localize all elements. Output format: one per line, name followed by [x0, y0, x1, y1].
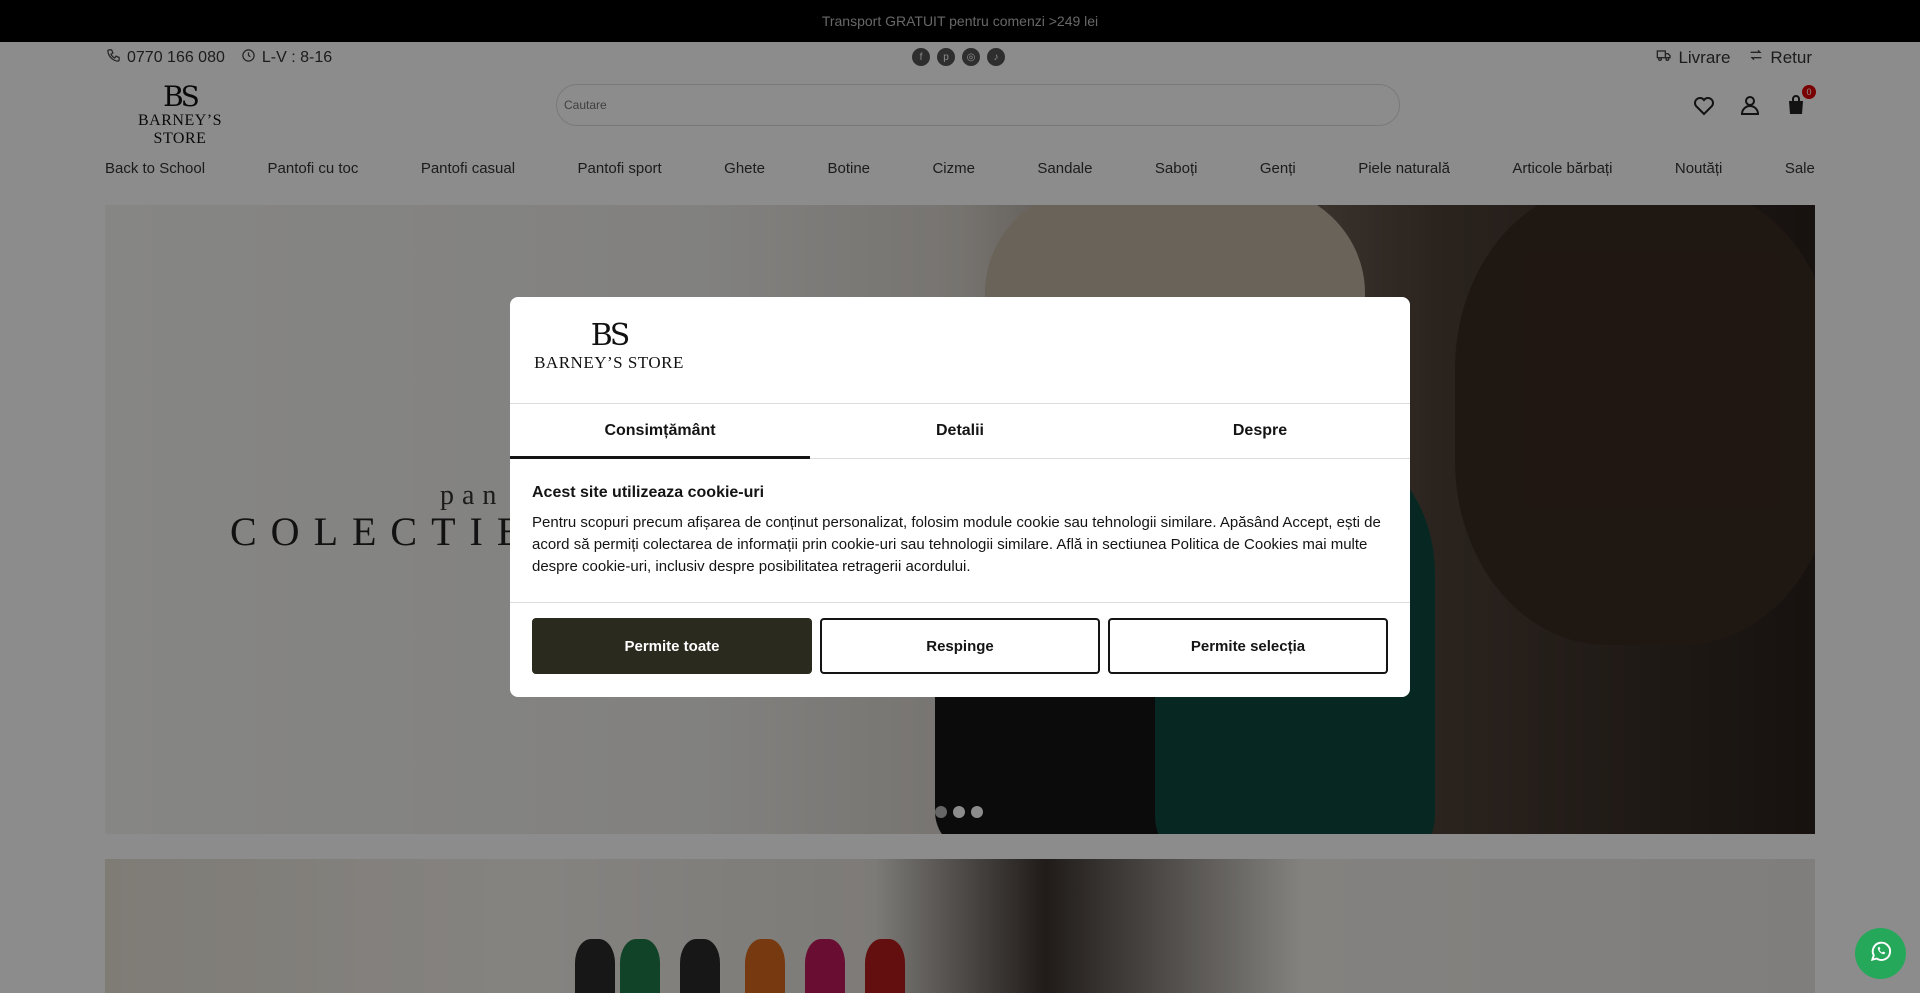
tab-despre[interactable]: Despre [1110, 404, 1410, 458]
consent-tabs: Consimțământ Detalii Despre [510, 403, 1410, 459]
whatsapp-icon [1868, 938, 1894, 969]
allow-all-button[interactable]: Permite toate [532, 618, 812, 674]
cookie-consent-dialog: BS BARNEY’S STORE Consimțământ Detalii D… [510, 297, 1410, 697]
reject-button[interactable]: Respinge [820, 618, 1100, 674]
consent-description: Pentru scopuri precum afișarea de conțin… [532, 514, 1381, 575]
consent-content: Acest site utilizeaza cookie-uri Pentru … [532, 484, 1390, 578]
allow-selection-button[interactable]: Permite selecția [1108, 618, 1388, 674]
dialog-logo-monogram: BS [590, 318, 631, 353]
tab-consimtamant[interactable]: Consimțământ [510, 404, 810, 459]
dialog-logo-wordmark: BARNEY’S STORE [534, 353, 684, 372]
consent-actions: Permite toate Respinge Permite selecția [532, 618, 1388, 674]
tab-detalii[interactable]: Detalii [810, 404, 1110, 458]
dialog-divider [510, 602, 1410, 603]
whatsapp-button[interactable] [1855, 928, 1906, 979]
dialog-logo: BS BARNEY’S STORE [534, 319, 684, 373]
consent-title: Acest site utilizeaza cookie-uri [532, 484, 765, 501]
